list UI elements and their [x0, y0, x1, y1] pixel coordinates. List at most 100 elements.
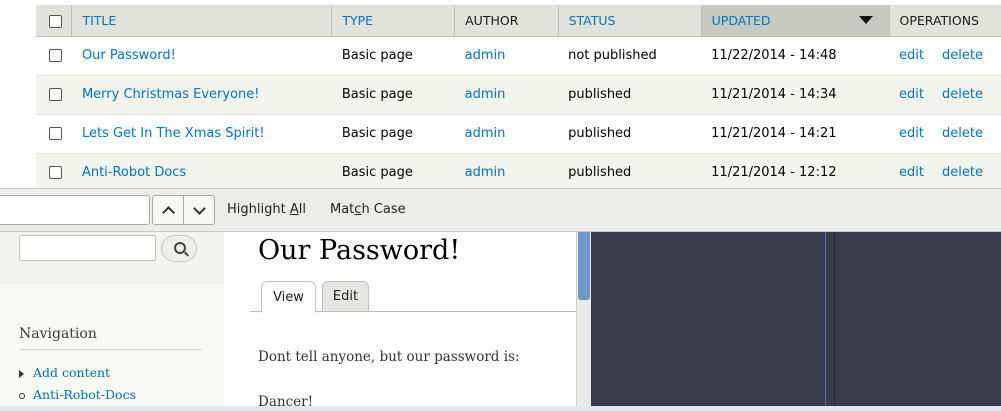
row-type: Basic page: [341, 126, 413, 141]
search-icon: [174, 242, 186, 254]
chevron-up-icon: [161, 205, 175, 219]
highlight-all-label-end: ll: [298, 202, 306, 217]
row-type: Basic page: [341, 87, 413, 102]
nav-item-label: Add content: [33, 365, 111, 380]
table-header-row: TITLE TYPE AUTHOR STATUS UPDATED OPERATI…: [36, 5, 1001, 37]
highlight-all-label-start: Highlight: [227, 202, 290, 217]
header-updated[interactable]: UPDATED: [700, 5, 890, 37]
row-select-cell: [36, 114, 72, 153]
table-row: Merry Christmas Everyone! Basic page adm…: [36, 75, 1001, 114]
bullet-icon: [19, 392, 25, 399]
row-checkbox[interactable]: [49, 166, 62, 179]
match-case-label-start: Mat: [330, 202, 355, 217]
row-author-link[interactable]: admin: [465, 48, 506, 63]
select-all-checkbox[interactable]: [49, 14, 62, 28]
row-updated: 11/21/2014 - 12:12: [711, 165, 837, 180]
edit-link[interactable]: edit: [899, 126, 924, 141]
row-select-cell: [36, 153, 72, 188]
highlight-all-toggle[interactable]: Highlight All: [227, 202, 306, 217]
tab-edit[interactable]: Edit: [322, 281, 369, 312]
page-scrollbar[interactable]: [576, 232, 591, 411]
row-author-link[interactable]: admin: [465, 87, 506, 102]
row-title-link[interactable]: Lets Get In The Xmas Spirit!: [82, 126, 265, 141]
edit-link[interactable]: edit: [899, 87, 924, 102]
row-title-link[interactable]: Merry Christmas Everyone!: [82, 87, 260, 102]
header-updated-link[interactable]: UPDATED: [712, 13, 771, 28]
row-author-cell: admin: [455, 153, 558, 188]
find-next-button[interactable]: [183, 195, 215, 225]
page-title: Our Password!: [258, 235, 461, 266]
content-table-region: TITLE TYPE AUTHOR STATUS UPDATED OPERATI…: [0, 0, 1001, 188]
row-status: published: [568, 126, 632, 141]
delete-link[interactable]: delete: [942, 126, 983, 141]
delete-link[interactable]: delete: [942, 165, 983, 180]
header-type[interactable]: TYPE: [331, 5, 455, 37]
header-title[interactable]: TITLE: [71, 5, 332, 37]
panel-divider: [825, 232, 826, 411]
table-row: Our Password! Basic page admin not publi…: [36, 36, 1001, 75]
row-title-cell: Anti-Robot Docs: [72, 153, 332, 188]
delete-link[interactable]: delete: [942, 87, 983, 102]
navigation-title: Navigation: [19, 326, 97, 342]
row-updated: 11/22/2014 - 14:48: [711, 48, 837, 63]
highlight-all-access-key: A: [289, 202, 299, 217]
row-title-cell: Our Password!: [72, 36, 332, 75]
row-author-cell: admin: [455, 36, 558, 75]
row-operations: edit delete: [889, 75, 1001, 114]
row-title-cell: Lets Get In The Xmas Spirit!: [72, 114, 332, 153]
row-operations: edit delete: [889, 114, 1001, 153]
row-title-cell: Merry Christmas Everyone!: [72, 75, 332, 114]
delete-link[interactable]: delete: [942, 48, 983, 63]
navigation-divider: [19, 349, 202, 350]
chevron-down-icon: [192, 201, 206, 215]
find-previous-button[interactable]: [152, 195, 184, 225]
search-button[interactable]: [161, 235, 197, 262]
search-block: [0, 232, 224, 284]
sidebar: Navigation Add content Anti-Robot-Docs: [0, 232, 224, 411]
nav-item-add-content[interactable]: Add content: [19, 365, 110, 380]
row-author-link[interactable]: admin: [465, 165, 506, 180]
header-operations-label: OPERATIONS: [899, 12, 979, 28]
find-bar: Highlight All Match Case: [0, 188, 1001, 232]
row-status: published: [568, 165, 632, 180]
row-checkbox[interactable]: [49, 88, 62, 101]
header-author: AUTHOR: [454, 5, 559, 37]
row-author-cell: admin: [455, 75, 558, 114]
row-title-link[interactable]: Our Password!: [82, 48, 176, 63]
body-text: Dont tell anyone, but our password is:: [258, 349, 520, 365]
header-status[interactable]: STATUS: [557, 5, 702, 37]
nav-item-anti-robot-docs[interactable]: Anti-Robot-Docs: [19, 387, 136, 402]
sort-descending-icon: [858, 16, 873, 24]
search-input[interactable]: [19, 235, 156, 261]
row-type: Basic page: [341, 48, 413, 63]
dark-side-panel: [591, 232, 1001, 411]
content-table: TITLE TYPE AUTHOR STATUS UPDATED OPERATI…: [36, 5, 1001, 188]
match-case-label-end: h Case: [361, 202, 406, 217]
header-status-link[interactable]: STATUS: [569, 13, 616, 28]
match-case-toggle[interactable]: Match Case: [330, 202, 406, 217]
header-title-link[interactable]: TITLE: [82, 13, 116, 28]
find-input[interactable]: [0, 195, 150, 225]
collapsed-triangle-icon: [19, 369, 24, 378]
row-operations: edit delete: [889, 36, 1001, 75]
tab-view[interactable]: View: [261, 281, 316, 313]
scrollbar-thumb[interactable]: [578, 232, 590, 300]
row-updated: 11/21/2014 - 14:34: [711, 87, 837, 102]
row-operations: edit delete: [889, 153, 1001, 188]
edit-link[interactable]: edit: [899, 48, 924, 63]
row-checkbox[interactable]: [49, 49, 62, 62]
row-updated: 11/21/2014 - 14:21: [711, 126, 837, 141]
row-checkbox[interactable]: [49, 127, 62, 140]
row-author-link[interactable]: admin: [465, 126, 506, 141]
row-select-cell: [36, 36, 72, 75]
row-title-link[interactable]: Anti-Robot Docs: [82, 165, 186, 180]
header-author-label: AUTHOR: [465, 12, 519, 28]
table-row: Anti-Robot Docs Basic page admin publish…: [36, 153, 1001, 188]
header-type-link[interactable]: TYPE: [342, 13, 373, 28]
header-operations: OPERATIONS: [888, 5, 1001, 37]
row-select-cell: [36, 75, 72, 114]
row-status: not published: [568, 48, 657, 63]
edit-link[interactable]: edit: [899, 165, 924, 180]
select-all-cell: [36, 5, 72, 37]
page-viewport: Navigation Add content Anti-Robot-Docs O…: [0, 232, 1001, 411]
